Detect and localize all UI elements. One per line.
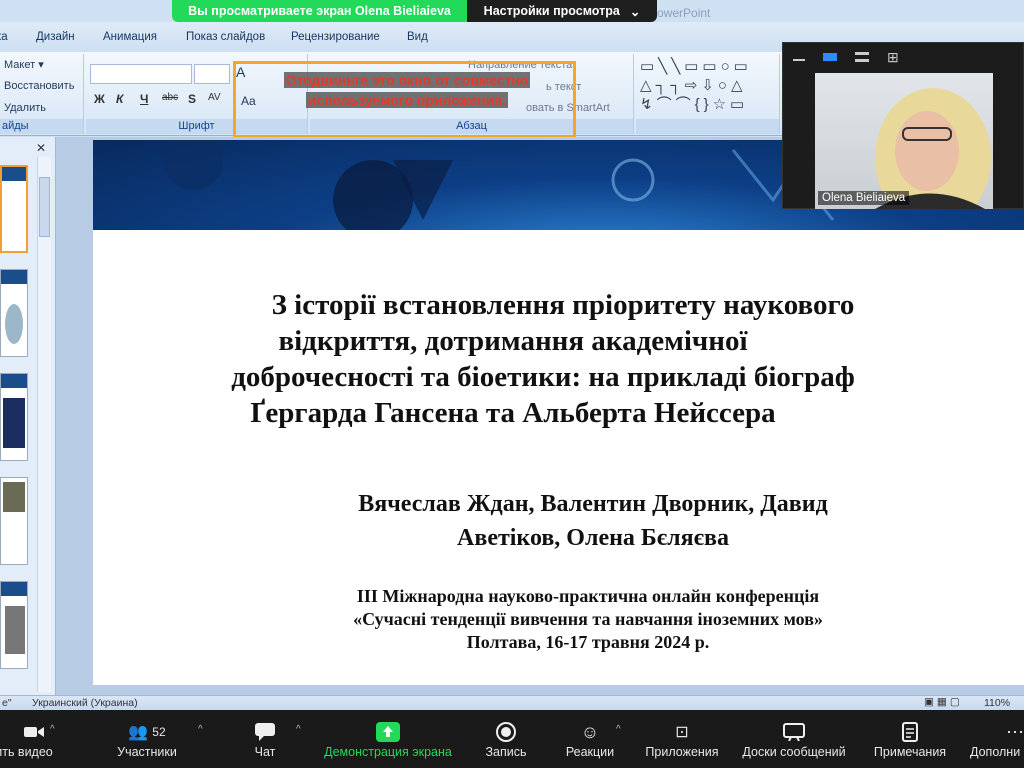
authors-line: Вячеслав Ждан, Валентин Дворник, Давид xyxy=(358,491,828,517)
participant-name: Olena Bieliaieva xyxy=(818,191,910,205)
conference-line: Полтава, 16-17 травня 2024 р. xyxy=(466,632,710,652)
strip-view-icon[interactable] xyxy=(855,52,869,62)
slides-group: Макет ▾ Восстановить Удалить айды xyxy=(0,54,84,134)
font-size-input[interactable] xyxy=(194,64,230,84)
sharing-banner: Вы просматриваете экран Olena Bieliaieva… xyxy=(172,0,657,22)
slide-thumbnail[interactable] xyxy=(0,269,28,357)
thumbnails-scrollbar[interactable] xyxy=(37,157,51,692)
tab-slideshow[interactable]: Показ слайдов xyxy=(186,31,291,43)
title-line: З історії встановлення пріоритету науков… xyxy=(271,289,855,321)
whiteboards-button[interactable]: Доски сообщений xyxy=(736,710,852,768)
smiley-plus-icon: ☺ xyxy=(580,721,600,742)
slides-group-name: айды xyxy=(0,119,83,134)
video-view-controls: ⊞ xyxy=(783,43,1024,71)
bold-button[interactable]: Ж xyxy=(94,92,105,106)
tab-animation[interactable]: Анимация xyxy=(103,31,186,43)
chevron-up-icon[interactable]: ^ xyxy=(198,724,203,735)
meeting-toolbar: ить видео ^ 👥 52 Участники ^ Чат ^ Демонс… xyxy=(0,710,1024,768)
chevron-up-icon[interactable]: ^ xyxy=(616,724,621,735)
slide-canvas: З історії встановлення пріоритету науков… xyxy=(56,137,1024,695)
strikethrough-button[interactable]: abc xyxy=(162,92,178,103)
apps-button[interactable]: ⊡ Приложения xyxy=(640,710,724,768)
chevron-up-icon[interactable]: ^ xyxy=(296,724,301,735)
chat-button[interactable]: Чат xyxy=(240,710,290,768)
minimize-icon[interactable] xyxy=(793,59,805,61)
slide-thumbnail[interactable] xyxy=(0,373,28,461)
reset-button[interactable]: Восстановить xyxy=(4,80,74,92)
speaker-view-icon[interactable] xyxy=(823,53,837,61)
title-line: відкриття, дотримання академічної xyxy=(278,325,748,357)
share-screen-button[interactable]: Демонстрация экрана xyxy=(318,710,458,768)
zoom-level[interactable]: 110% xyxy=(984,697,1010,709)
conference-info: ІІІ Міжнародна науково-практична онлайн … xyxy=(243,585,933,654)
chevron-down-icon: ⌄ xyxy=(629,4,641,19)
notes-icon xyxy=(902,719,918,745)
view-settings-button[interactable]: Настройки просмотра ⌄ xyxy=(467,0,657,22)
slide[interactable]: З історії встановлення пріоритету науков… xyxy=(93,140,1024,685)
slide-authors: Вячеслав Ждан, Валентин Дворник, Давид А… xyxy=(193,487,993,555)
title-line: доброчесності та біоетики: на прикладі б… xyxy=(231,361,855,393)
language-indicator[interactable]: Украинский (Украина) xyxy=(32,697,138,709)
reactions-button[interactable]: ☺ Реакции xyxy=(560,710,620,768)
overlay-warning-text: Отодвиньте это окно от совместно использ… xyxy=(283,72,531,108)
view-buttons[interactable]: ▣▦▢ xyxy=(924,696,963,708)
participants-button[interactable]: 👥 52 Участники xyxy=(112,710,182,768)
viewing-screen-label: Вы просматриваете экран Olena Bieliaieva xyxy=(172,0,467,22)
title-line: Ґергарда Гансена та Альберта Нейссера xyxy=(250,397,776,429)
person-icon xyxy=(875,88,991,209)
more-button[interactable]: ⋯ Дополни xyxy=(966,710,1024,768)
tab-view[interactable]: Вид xyxy=(407,31,442,43)
status-fragment: е" xyxy=(2,697,12,709)
tab-review[interactable]: Рецензирование xyxy=(291,31,407,43)
slide-title: З історії встановлення пріоритету науков… xyxy=(93,287,973,431)
delete-button[interactable]: Удалить xyxy=(4,102,46,114)
underline-button[interactable]: Ч xyxy=(140,92,148,106)
authors-line: Аветіков, Олена Бєляєва xyxy=(457,525,729,551)
slide-thumbnail[interactable] xyxy=(0,165,28,253)
apps-icon: ⊡ xyxy=(675,724,689,741)
share-screen-icon xyxy=(376,719,400,745)
video-feed: Olena Bieliaieva xyxy=(815,73,993,209)
shadow-button[interactable]: S xyxy=(188,92,196,106)
slide-thumbnail[interactable] xyxy=(0,581,28,669)
whiteboard-icon xyxy=(783,719,805,745)
app-title: owerPoint xyxy=(657,6,711,20)
video-camera-icon xyxy=(24,719,44,745)
status-bar: е" Украинский (Украина) ▣▦▢ 110% xyxy=(0,695,1024,710)
slide-thumbnail[interactable] xyxy=(0,477,28,565)
spacing-button[interactable]: AV xyxy=(208,92,221,103)
slide-thumbnails-panel: ✕ xyxy=(0,137,56,695)
shapes-gallery-icon[interactable]: ▭╲╲▭▭○▭ △┐┐⇨⇩○△ ↯⌒⌒{}☆▭ xyxy=(640,57,770,117)
italic-button[interactable]: К xyxy=(116,92,123,106)
record-button[interactable]: Запись xyxy=(476,710,536,768)
close-icon[interactable]: ✕ xyxy=(36,141,46,155)
chat-icon xyxy=(255,719,275,745)
more-icon: ⋯ xyxy=(1006,721,1024,742)
chevron-up-icon[interactable]: ^ xyxy=(50,724,55,735)
participant-video-tile[interactable]: ⊞ Olena Bieliaieva xyxy=(782,42,1024,209)
drawing-group-name xyxy=(636,119,779,134)
tab-design[interactable]: Дизайн xyxy=(36,31,103,43)
layout-button[interactable]: Макет ▾ xyxy=(4,58,44,71)
tab-insert[interactable]: ка xyxy=(0,31,36,43)
record-icon xyxy=(496,719,516,745)
conference-line: ІІІ Міжнародна науково-практична онлайн … xyxy=(356,586,820,606)
font-name-input[interactable] xyxy=(90,64,192,84)
notes-button[interactable]: Примечания xyxy=(866,710,954,768)
participants-icon: 👥 52 xyxy=(128,724,166,741)
conference-line: «Сучасні тенденції вивчення та навчання … xyxy=(353,609,823,629)
gallery-view-icon[interactable]: ⊞ xyxy=(887,49,899,66)
video-button[interactable]: ить видео xyxy=(0,710,68,768)
